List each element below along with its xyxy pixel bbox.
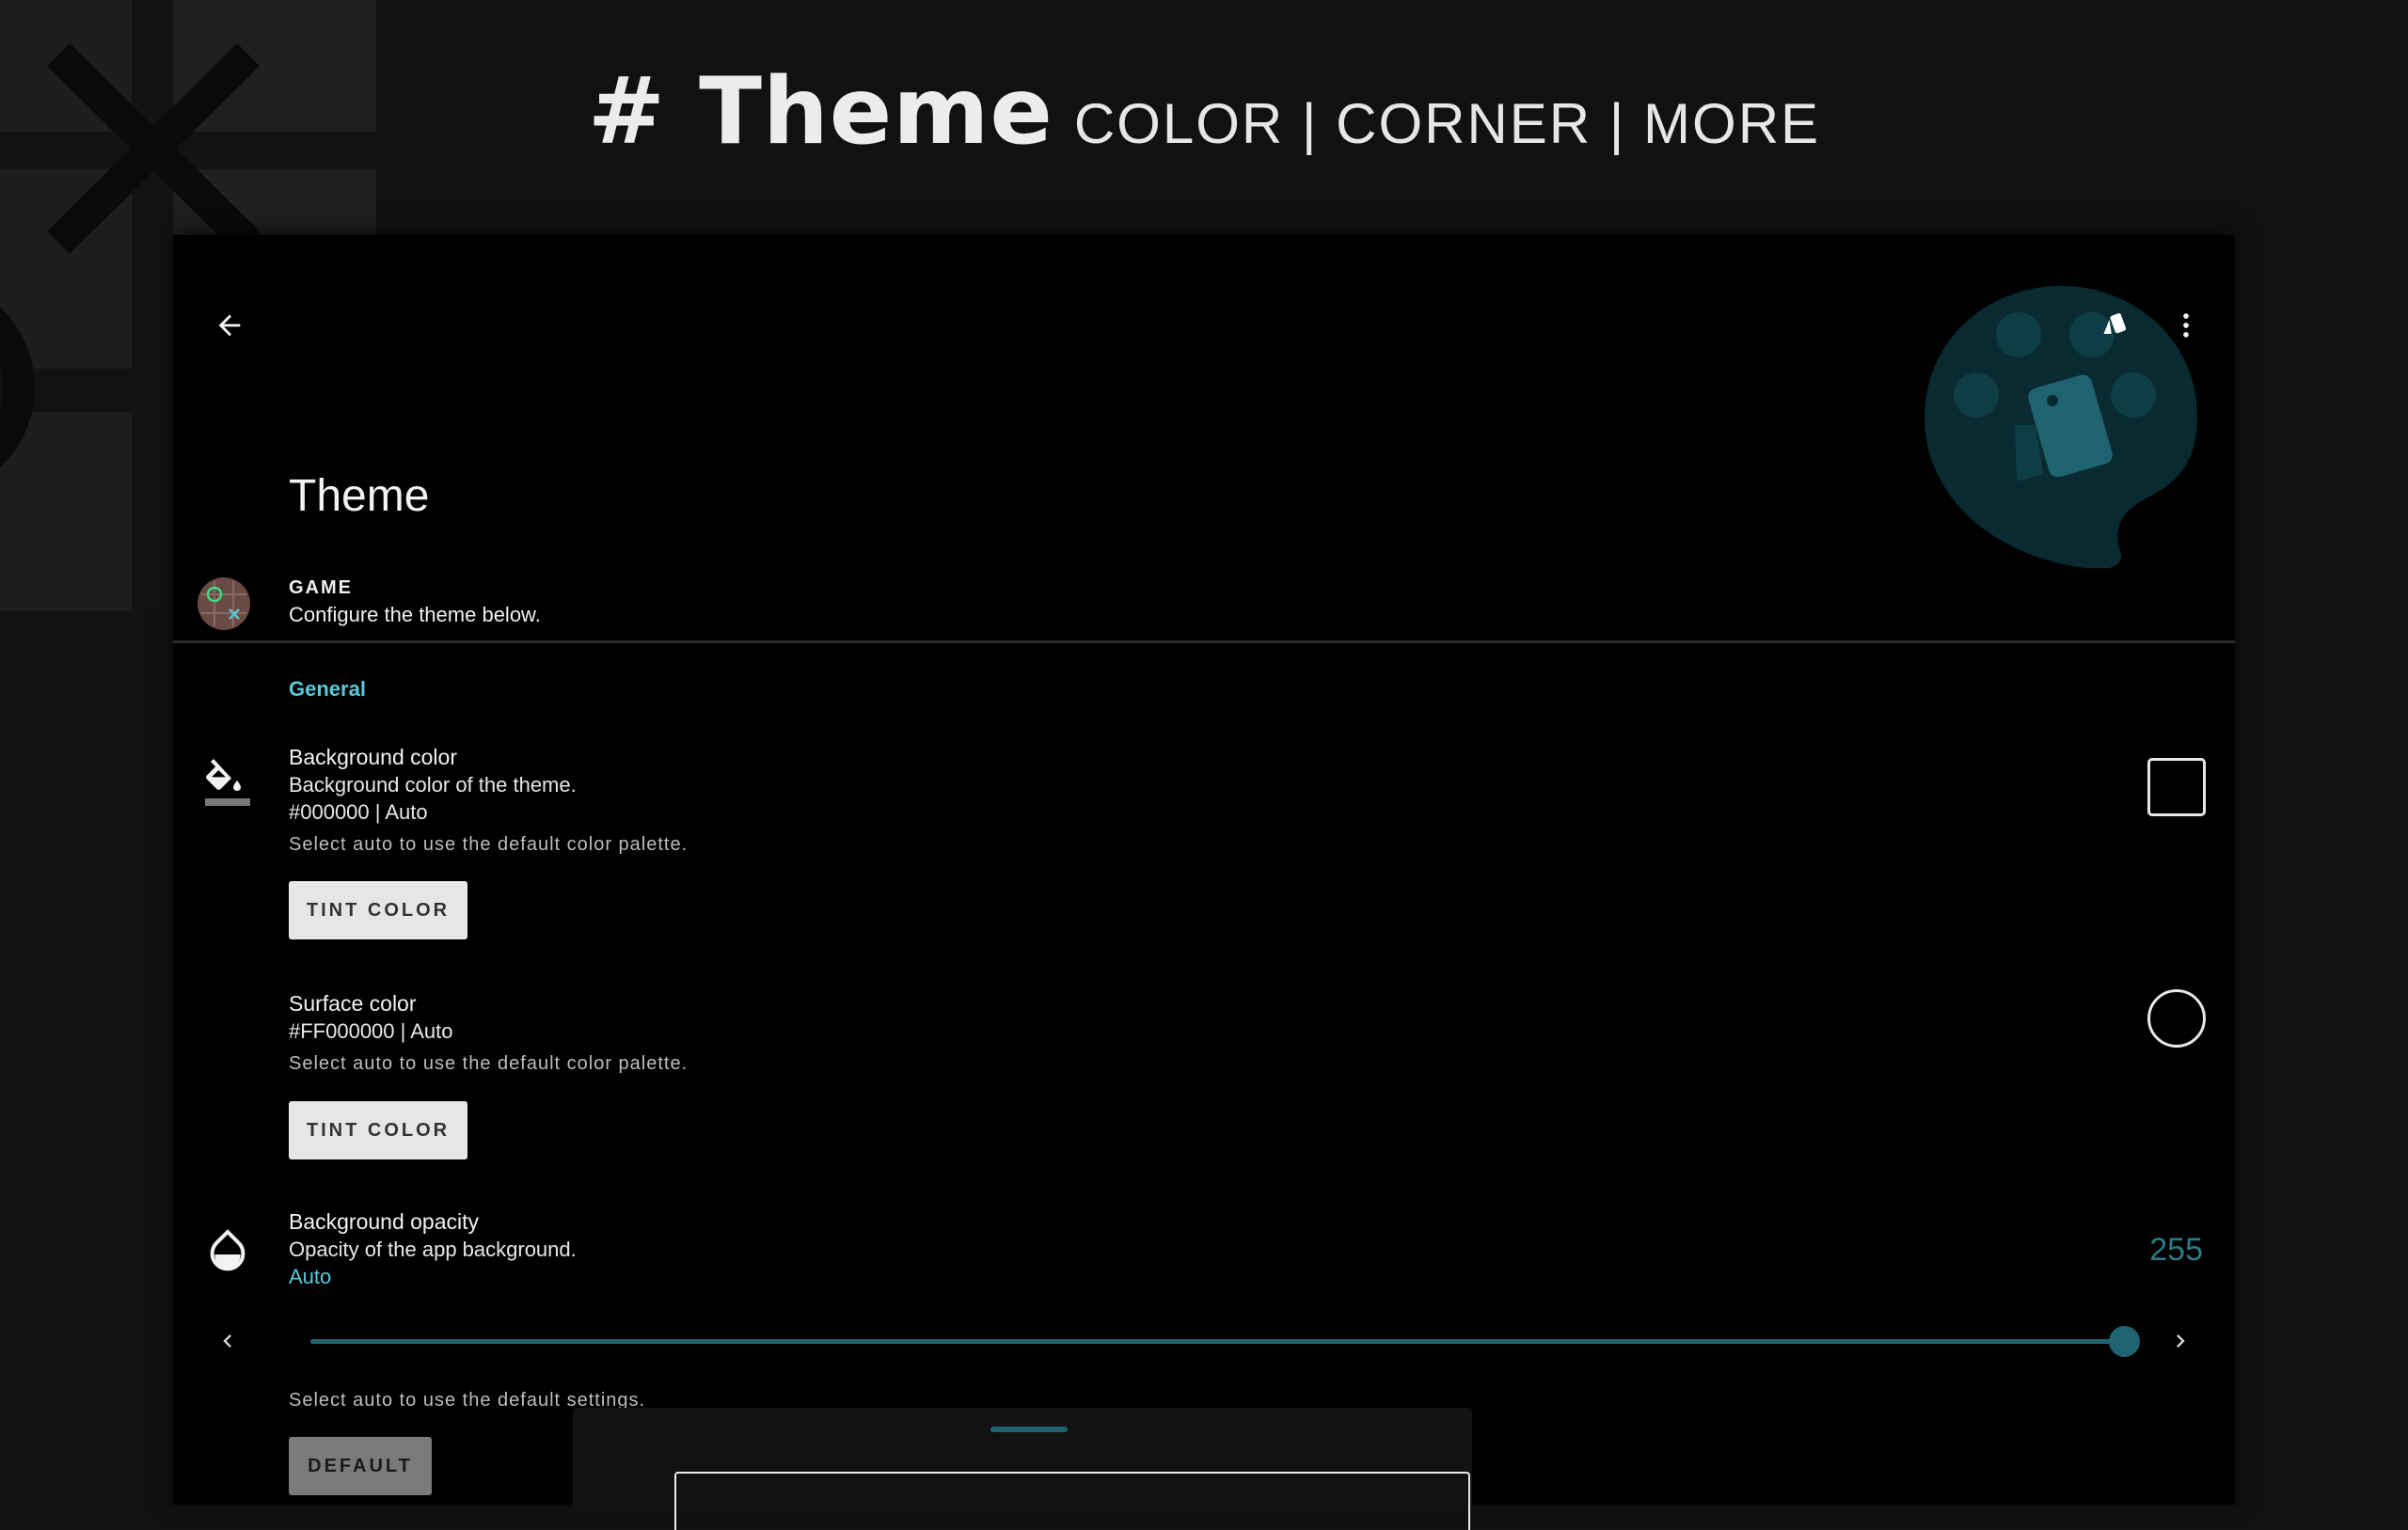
- background-opacity-slider[interactable]: [310, 1326, 2140, 1357]
- background-opacity-value: 255: [2149, 1232, 2203, 1268]
- promo-heading: # Theme: [587, 58, 1054, 166]
- chevron-right-icon: [2177, 1334, 2185, 1348]
- slider-decrease-button[interactable]: [199, 1313, 256, 1369]
- promo-subheading: COLOR | CORNER | MORE: [1073, 92, 1821, 155]
- sheet-input-field[interactable]: [674, 1472, 1470, 1530]
- bottom-sheet[interactable]: [573, 1408, 1472, 1530]
- slider-fill: [310, 1339, 2124, 1344]
- background-opacity-auto[interactable]: Auto: [289, 1265, 331, 1289]
- slider-thumb[interactable]: [2109, 1326, 2140, 1357]
- slider-increase-button[interactable]: [2152, 1313, 2209, 1369]
- promo-title: # Theme COLOR | CORNER | MORE: [0, 58, 2408, 166]
- chevron-left-icon: [223, 1334, 231, 1348]
- sheet-drag-handle[interactable]: [990, 1427, 1068, 1432]
- opacity-default-button[interactable]: DEFAULT: [289, 1437, 432, 1495]
